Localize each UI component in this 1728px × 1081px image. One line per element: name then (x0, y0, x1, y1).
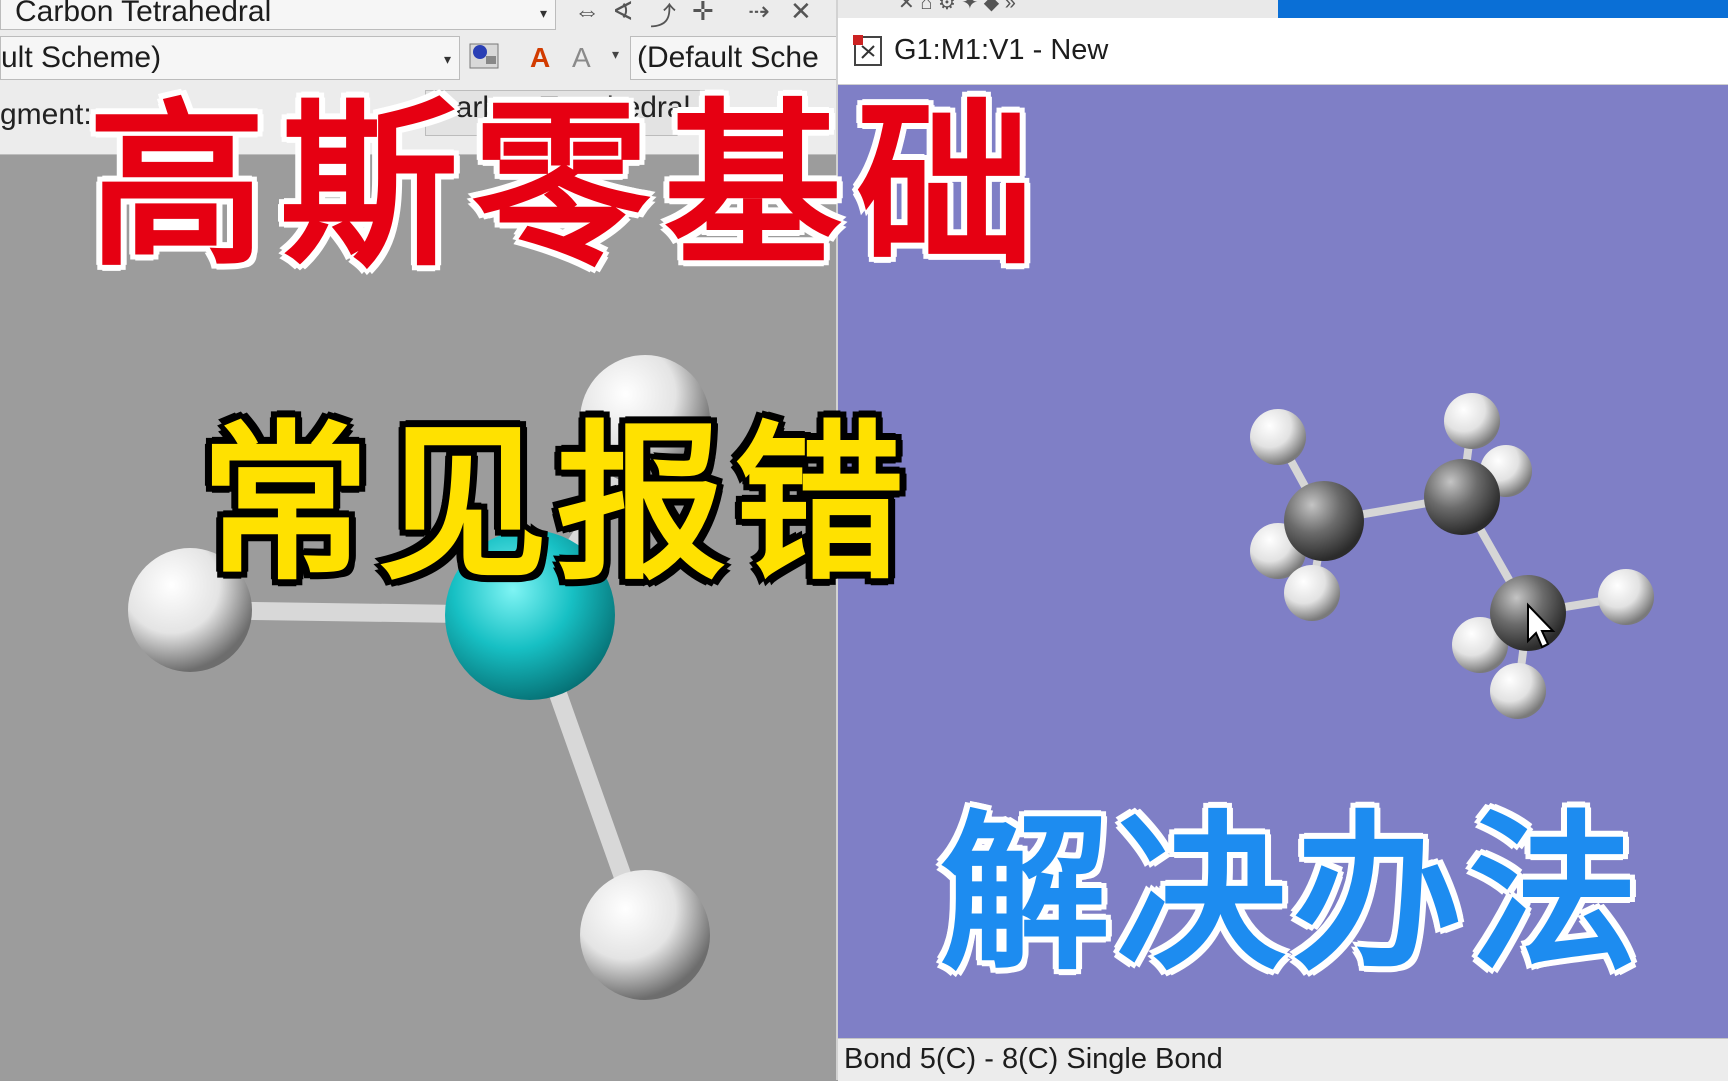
status-text: Bond 5(C) - 8(C) Single Bond (844, 1043, 1223, 1075)
measure-dihedral-icon[interactable]: ⤴ (650, 0, 676, 33)
element-combo[interactable]: Carbon Tetrahedral ▾ (0, 0, 556, 30)
fragment-viewport[interactable] (0, 155, 836, 1080)
color-scheme-value-2: (Default Sche (637, 41, 819, 74)
chevron-down-icon[interactable]: ▾ (444, 51, 451, 68)
measure-distance-icon[interactable]: ⇔ (574, 0, 600, 27)
overlay-title-solution: 解决办法 (940, 796, 1645, 994)
overlay-title-sub: 常见报错 (200, 406, 913, 604)
rebond-icon[interactable]: ⇢ (748, 0, 770, 27)
parent-toolbar-strip: ✕ ⌂ ⚙ ✦ ◆ » (838, 0, 1728, 18)
color-scheme-combo-2[interactable]: (Default Sche (630, 36, 836, 80)
measure-angle-icon[interactable]: ∢ (612, 0, 634, 27)
element-combo-value: Carbon Tetrahedral (15, 0, 272, 28)
color-editor-icon[interactable] (468, 40, 502, 77)
text-color-icon[interactable]: A (530, 42, 550, 74)
color-scheme-combo[interactable]: ult Scheme) ▾ (0, 36, 460, 80)
overlay-title-main: 高斯零基础 (88, 83, 1048, 290)
add-valence-icon[interactable]: ✛ (692, 0, 714, 27)
text-style-icon[interactable]: A (572, 42, 591, 74)
parent-titlebar (1278, 0, 1728, 18)
window-titlebar[interactable]: G1:M1:V1 - New (838, 18, 1728, 85)
document-icon (852, 34, 886, 73)
fragment-label: gment: (0, 98, 92, 131)
chevron-down-icon[interactable]: ▾ (612, 46, 619, 63)
toolbar-row-2: ult Scheme) ▾ A A ▾ (Default Sche (0, 30, 836, 85)
carbon-tetrahedral-model (128, 355, 710, 1000)
delete-icon[interactable]: ✕ (790, 0, 812, 27)
toolbar-icons[interactable]: ✕ ⌂ ⚙ ✦ ◆ » (898, 0, 1016, 15)
color-scheme-value: ult Scheme) (1, 41, 162, 74)
status-bar: Bond 5(C) - 8(C) Single Bond (838, 1038, 1728, 1081)
toolbar-row-1: Carbon Tetrahedral ▾ ⇔ ∢ ⤴ ✛ ⇢ ✕ (0, 0, 836, 31)
chevron-down-icon[interactable]: ▾ (540, 5, 547, 22)
window-title: G1:M1:V1 - New (894, 34, 1109, 66)
